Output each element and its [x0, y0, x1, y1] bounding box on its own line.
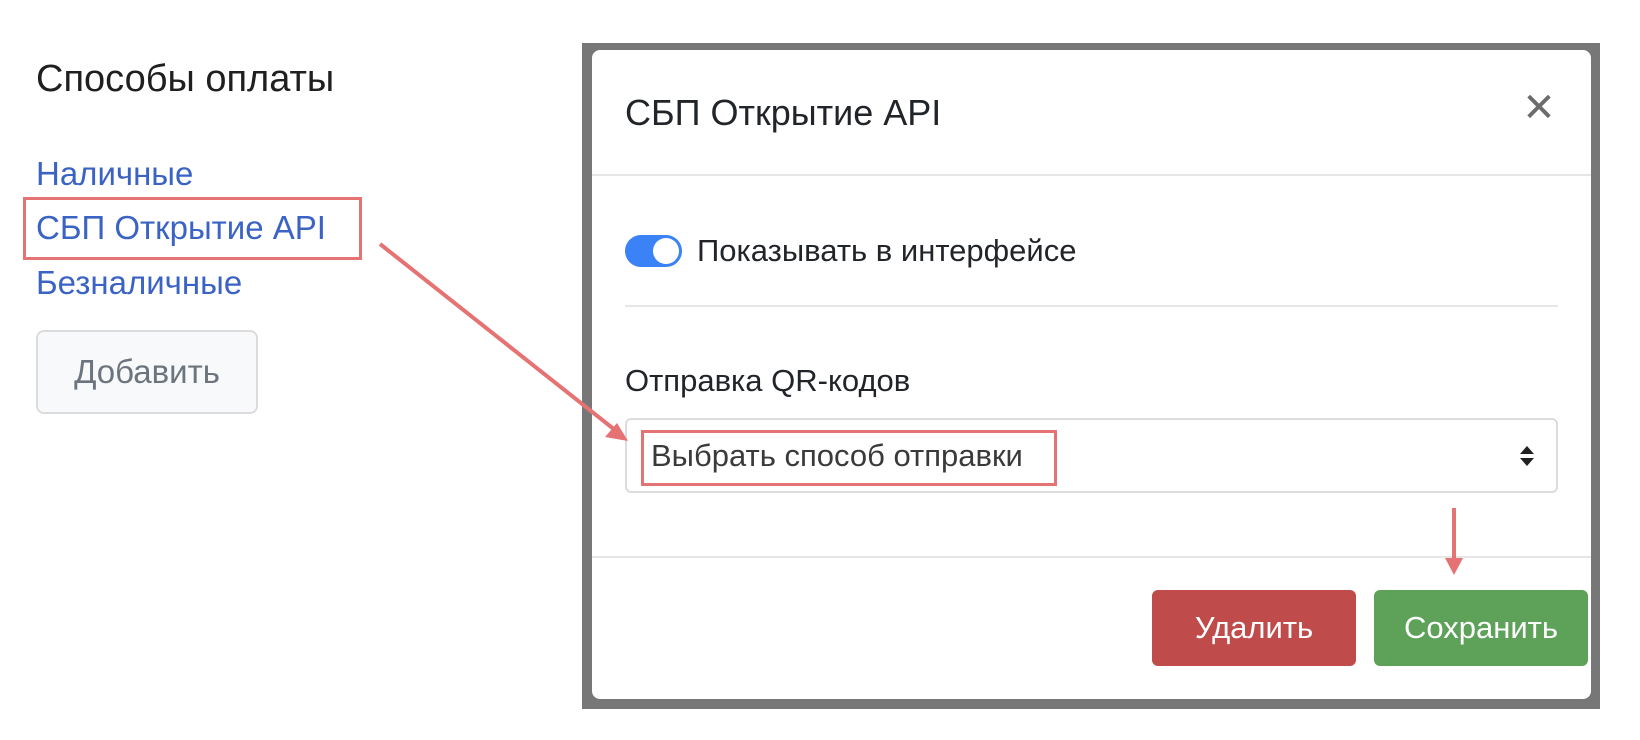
modal-header-divider	[592, 174, 1591, 176]
toggle-knob	[653, 238, 679, 264]
payment-method-cashless-link[interactable]: Безналичные	[36, 264, 242, 302]
highlight-box-select	[641, 430, 1057, 486]
select-caret-icon	[1520, 446, 1534, 466]
qr-sending-label: Отправка QR-кодов	[625, 363, 911, 398]
payment-method-cash-link[interactable]: Наличные	[36, 155, 193, 193]
qr-sending-select[interactable]: Выбрать способ отправки	[625, 418, 1558, 493]
modal-footer-divider	[592, 556, 1591, 558]
add-payment-method-button[interactable]: Добавить	[36, 330, 258, 414]
delete-button[interactable]: Удалить	[1152, 590, 1356, 666]
page-title: Способы оплаты	[36, 58, 335, 100]
show-in-interface-label: Показывать в интерфейсе	[697, 233, 1077, 268]
highlight-box-sbp-link	[23, 197, 362, 260]
show-in-interface-toggle[interactable]	[625, 235, 682, 267]
section-divider	[625, 305, 1558, 307]
save-button[interactable]: Сохранить	[1374, 590, 1588, 666]
close-icon[interactable]: ✕	[1519, 88, 1559, 128]
modal-title: СБП Открытие API	[625, 92, 942, 133]
payment-method-modal: СБП Открытие API ✕ Показывать в интерфей…	[592, 50, 1591, 699]
